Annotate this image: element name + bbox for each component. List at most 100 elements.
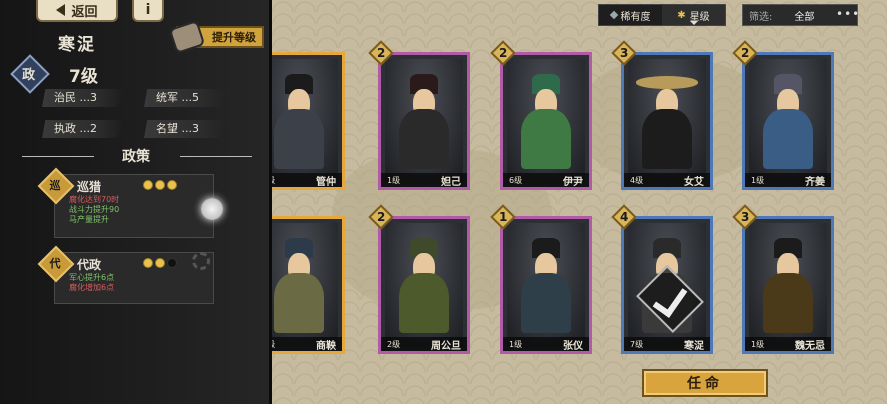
more-options-icon[interactable]: ••• xyxy=(836,7,860,21)
info-icon: i xyxy=(145,2,151,18)
sort-bar: 稀有度 ✱ 星级 xyxy=(598,4,726,26)
officer-card[interactable]: 4级 女艾 xyxy=(621,52,713,190)
officer-name: 寒浞 xyxy=(58,35,96,55)
policy-toggle-hunt[interactable] xyxy=(201,198,223,220)
cost-dot-icon xyxy=(155,180,165,190)
officer-card-selected[interactable]: 7级 寒浞 xyxy=(621,216,713,354)
card-name: 齐姜 xyxy=(805,176,825,188)
officer-portrait xyxy=(385,59,463,183)
officer-portrait xyxy=(749,223,827,347)
sort-rarity-label: 稀有度 xyxy=(620,11,651,23)
body-shape xyxy=(642,109,692,169)
card-label-bar: 1级 妲己 xyxy=(381,173,467,187)
card-label-bar: 1级 魏无忌 xyxy=(745,337,831,351)
policy-effect-line: 军心提升6点 xyxy=(69,273,115,282)
officer-portrait xyxy=(749,59,827,183)
card-label-bar: 1级 齐姜 xyxy=(745,173,831,187)
stat-administration: 执政 ...2 xyxy=(42,120,124,138)
officer-card[interactable]: 1级 齐姜 xyxy=(742,52,834,190)
rank-number: 4 xyxy=(619,210,629,225)
card-level: 6级 xyxy=(509,175,523,185)
card-name: 女艾 xyxy=(684,176,704,188)
hunt-icon-text: 巡 xyxy=(49,178,61,192)
officer-panel: 返回 i 寒浞 提升等级 政 7级 治民 ...3 统军 ...5 执政 ...… xyxy=(0,0,272,404)
body-shape xyxy=(274,109,324,169)
card-name: 商鞅 xyxy=(316,340,336,352)
officer-card[interactable]: 1级 魏无忌 xyxy=(742,216,834,354)
cost-dot-icon xyxy=(143,180,153,190)
body-shape xyxy=(763,109,813,169)
star-icon: ✱ xyxy=(677,9,686,21)
policy-card-hunt[interactable]: 巡 巡猎 腐化达到70时 战斗力提升90 马产量提升 xyxy=(37,167,214,238)
scroll-icon xyxy=(168,20,206,54)
upgrade-level-button[interactable]: 提升等级 xyxy=(168,20,264,54)
cost-dot-icon xyxy=(167,180,177,190)
rank-number: 2 xyxy=(376,210,386,225)
officer-card[interactable]: 2级 周公旦 xyxy=(378,216,470,354)
policy-effect-line: 战斗力提升90 xyxy=(69,205,120,214)
cost-dot-icon xyxy=(143,258,153,268)
officer-card[interactable]: 1级 妲己 xyxy=(378,52,470,190)
rank-number: 1 xyxy=(498,210,508,225)
body-shape xyxy=(521,273,571,333)
policy-toggle-regency[interactable] xyxy=(192,252,210,270)
rank-number: 3 xyxy=(740,210,750,225)
policy-effect-line: 腐化达到70时 xyxy=(69,195,120,204)
officer-portrait xyxy=(628,59,706,183)
card-level: 4级 xyxy=(630,175,644,185)
policy-effect-line: 马产量提升 xyxy=(69,215,109,224)
stat-command: 统军 ...5 xyxy=(144,89,226,107)
appoint-label: 任命 xyxy=(687,376,723,392)
card-level: 7级 xyxy=(630,339,644,349)
card-label-bar: 4级 女艾 xyxy=(624,173,710,187)
card-label-bar: 2级 周公旦 xyxy=(381,337,467,351)
policy-effects: 军心提升6点 腐化增加6点 xyxy=(69,273,114,293)
filter-value: 全部 xyxy=(794,11,815,23)
stat-prestige: 名望 ...3 xyxy=(144,120,226,138)
card-level: 2级 xyxy=(387,339,401,349)
appoint-button[interactable]: 任命 xyxy=(642,369,768,397)
officer-portrait xyxy=(385,223,463,347)
back-label: 返回 xyxy=(71,4,98,20)
divider xyxy=(180,156,252,157)
upgrade-label: 提升等级 xyxy=(212,31,256,44)
card-level: 1级 xyxy=(751,175,765,185)
sort-star-tab[interactable]: ✱ 星级 xyxy=(662,5,725,25)
policy-cost-dots xyxy=(143,180,177,190)
info-button[interactable]: i xyxy=(132,0,164,22)
back-arrow-icon xyxy=(56,4,66,16)
card-label-bar: 6级 伊尹 xyxy=(503,173,589,187)
card-level: 1级 xyxy=(751,339,765,349)
card-name: 张仪 xyxy=(563,340,583,352)
stat-governance: 治民 ...3 xyxy=(42,89,124,107)
officer-card[interactable]: 1级 张仪 xyxy=(500,216,592,354)
officer-level: 7级 xyxy=(69,67,98,87)
governance-badge-text: 政 xyxy=(22,67,36,83)
card-name: 周公旦 xyxy=(431,340,461,352)
rarity-icon xyxy=(609,10,618,20)
officer-portrait xyxy=(507,223,585,347)
regency-icon-text: 代 xyxy=(49,256,61,270)
card-level: 1级 xyxy=(387,175,401,185)
policy-effect-line: 腐化增加6点 xyxy=(69,283,115,292)
rank-number: 2 xyxy=(740,46,750,61)
card-name: 伊尹 xyxy=(563,176,583,188)
card-name: 魏无忌 xyxy=(795,340,825,352)
rank-number: 2 xyxy=(376,46,386,61)
card-level: 1级 xyxy=(509,339,523,349)
policy-cost-dots xyxy=(143,258,177,268)
body-shape xyxy=(521,109,571,169)
officer-card[interactable]: 6级 伊尹 xyxy=(500,52,592,190)
policy-name: 巡猎 xyxy=(77,180,102,194)
cost-dot-icon xyxy=(155,258,165,268)
sort-rarity-tab[interactable]: 稀有度 xyxy=(599,5,662,25)
hat-shape xyxy=(635,76,699,89)
rank-number: 2 xyxy=(498,46,508,61)
back-button[interactable]: 返回 xyxy=(36,0,118,22)
officer-portrait xyxy=(507,59,585,183)
policy-effects: 腐化达到70时 战斗力提升90 马产量提升 xyxy=(69,195,119,225)
body-shape xyxy=(399,273,449,333)
policy-card-regency[interactable]: 代 代政 军心提升6点 腐化增加6点 xyxy=(37,245,214,304)
card-label-bar: 7级 寒浞 xyxy=(624,337,710,351)
card-name: 管仲 xyxy=(316,176,336,188)
